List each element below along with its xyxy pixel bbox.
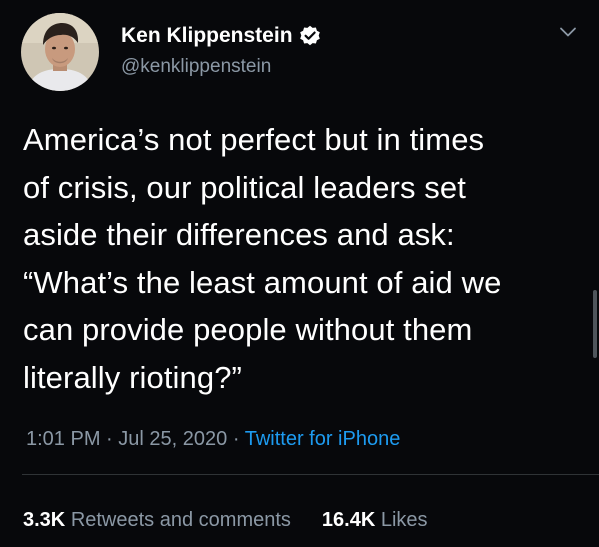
divider (22, 474, 599, 475)
tweet-stats: 3.3K Retweets and comments 16.4K Likes (23, 509, 428, 532)
chevron-down-icon[interactable] (559, 26, 577, 38)
author-name-row[interactable]: Ken Klippenstein (121, 24, 321, 48)
tweet-date[interactable]: Jul 25, 2020 (118, 428, 227, 450)
tweet-time[interactable]: 1:01 PM (26, 428, 100, 450)
author-name[interactable]: Ken Klippenstein (121, 24, 293, 48)
author-handle[interactable]: @kenklippenstein (121, 56, 271, 78)
likes-label: Likes (380, 509, 428, 531)
meta-separator: · (106, 428, 113, 450)
tweet-source-link[interactable]: Twitter for iPhone (245, 428, 401, 450)
retweets-count: 3.3K (23, 509, 66, 531)
tweet-card: Ken Klippenstein @kenklippenstein Americ… (0, 0, 599, 547)
avatar[interactable] (21, 13, 99, 91)
tweet-meta: 1:01 PM · Jul 25, 2020 · Twitter for iPh… (26, 428, 400, 451)
tweet-text: America’s not perfect but in times of cr… (23, 122, 502, 395)
scrollbar[interactable] (593, 290, 597, 358)
user-avatar-icon (21, 13, 99, 91)
retweets-stat[interactable]: 3.3K Retweets and comments (23, 509, 291, 531)
verified-badge-icon (299, 25, 320, 46)
meta-separator: · (232, 428, 240, 450)
likes-stat[interactable]: 16.4K Likes (322, 509, 428, 531)
retweets-label: Retweets and comments (70, 509, 291, 531)
likes-count: 16.4K (321, 509, 376, 531)
